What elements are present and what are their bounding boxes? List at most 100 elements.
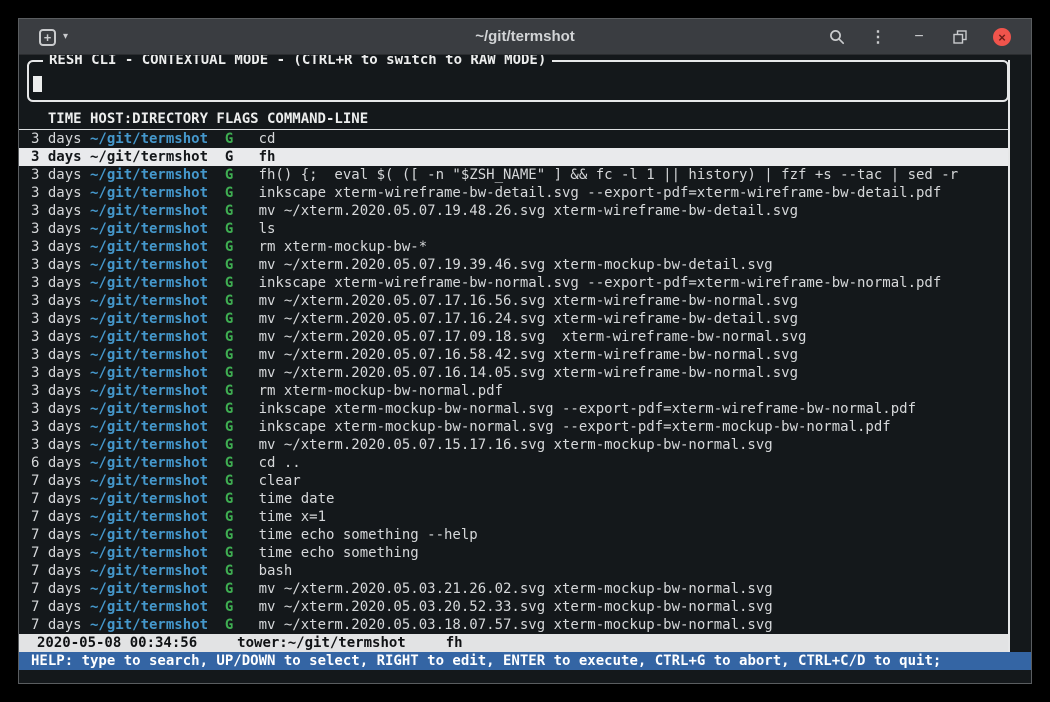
menu-button[interactable]: ⋮ xyxy=(870,26,886,48)
row-command: rm xterm-mockup-bw-* xyxy=(259,239,428,255)
row-time: 3 days xyxy=(31,130,90,148)
row-host: ~/git/termshot xyxy=(90,454,225,472)
row-command: mv ~/xterm.2020.05.07.17.16.56.svg xterm… xyxy=(259,293,798,309)
row-flags: G xyxy=(225,310,259,328)
history-row[interactable]: 3 days~/git/termshotGrm xterm-mockup-bw-… xyxy=(19,382,1009,400)
history-row[interactable]: 7 days~/git/termshotGtime echo something… xyxy=(19,526,1009,544)
close-button[interactable]: × xyxy=(993,28,1011,46)
history-row[interactable]: 3 days~/git/termshotGcd xyxy=(19,130,1009,148)
row-flags: G xyxy=(225,130,259,148)
row-flags: G xyxy=(225,598,259,616)
history-row[interactable]: 7 days~/git/termshotGtime date xyxy=(19,490,1009,508)
row-time: 7 days xyxy=(31,526,90,544)
history-row[interactable]: 3 days~/git/termshotGinkscape xterm-wire… xyxy=(19,184,1009,202)
history-row[interactable]: 3 days~/git/termshotGmv ~/xterm.2020.05.… xyxy=(19,436,1009,454)
row-host: ~/git/termshot xyxy=(90,490,225,508)
row-time: 3 days xyxy=(31,166,90,184)
row-time: 7 days xyxy=(31,580,90,598)
history-row[interactable]: 7 days~/git/termshotGmv ~/xterm.2020.05.… xyxy=(19,580,1009,598)
history-row[interactable]: 7 days~/git/termshotGmv ~/xterm.2020.05.… xyxy=(19,616,1009,634)
row-flags: G xyxy=(225,382,259,400)
history-row[interactable]: 7 days~/git/termshotGmv ~/xterm.2020.05.… xyxy=(19,598,1009,616)
row-host: ~/git/termshot xyxy=(90,616,225,634)
row-flags: G xyxy=(225,274,259,292)
row-time: 7 days xyxy=(31,598,90,616)
history-row[interactable]: 3 days~/git/termshotGinkscape xterm-wire… xyxy=(19,274,1009,292)
row-command: bash xyxy=(259,563,293,579)
row-command: time date xyxy=(259,491,335,507)
history-row[interactable]: 3 days~/git/termshotGmv ~/xterm.2020.05.… xyxy=(19,256,1009,274)
history-row[interactable]: 3 days~/git/termshotGmv ~/xterm.2020.05.… xyxy=(19,364,1009,382)
row-command: cd xyxy=(259,131,276,147)
row-command: inkscape xterm-wireframe-bw-normal.svg -… xyxy=(259,275,942,291)
history-list: 3 days~/git/termshotGcd 3 days~/git/term… xyxy=(19,130,1009,634)
row-time: 3 days xyxy=(31,256,90,274)
restore-button[interactable] xyxy=(952,26,968,48)
row-host: ~/git/termshot xyxy=(90,238,225,256)
row-host: ~/git/termshot xyxy=(90,166,225,184)
row-command: mv ~/xterm.2020.05.07.16.58.42.svg xterm… xyxy=(259,347,798,363)
history-row[interactable]: 3 days~/git/termshotGinkscape xterm-mock… xyxy=(19,400,1009,418)
row-flags: G xyxy=(225,202,259,220)
history-row[interactable]: 7 days~/git/termshotGclear xyxy=(19,472,1009,490)
new-tab-button[interactable]: + xyxy=(39,29,56,46)
row-flags: G xyxy=(225,490,259,508)
row-command: clear xyxy=(259,473,301,489)
row-host: ~/git/termshot xyxy=(90,220,225,238)
titlebar[interactable]: + ▾ ~/git/termshot ⋮ − xyxy=(19,19,1031,55)
row-flags: G xyxy=(225,166,259,184)
history-row[interactable]: 3 days~/git/termshotGinkscape xterm-mock… xyxy=(19,418,1009,436)
history-row[interactable]: 7 days~/git/termshotGtime x=1 xyxy=(19,508,1009,526)
row-flags: G xyxy=(225,436,259,454)
row-time: 3 days xyxy=(31,310,90,328)
row-time: 7 days xyxy=(31,508,90,526)
resh-search-box[interactable]: RESH CLI - CONTEXTUAL MODE - (CTRL+R to … xyxy=(27,60,1009,102)
row-time: 6 days xyxy=(31,454,90,472)
row-command: mv ~/xterm.2020.05.07.17.16.24.svg xterm… xyxy=(259,311,798,327)
row-host: ~/git/termshot xyxy=(90,202,225,220)
row-command: inkscape xterm-mockup-bw-normal.svg --ex… xyxy=(259,419,891,435)
history-row[interactable]: 6 days~/git/termshotGcd .. xyxy=(19,454,1009,472)
row-flags: G xyxy=(225,616,259,634)
minimize-button[interactable]: − xyxy=(911,26,927,48)
terminal-screen[interactable]: RESH CLI - CONTEXTUAL MODE - (CTRL+R to … xyxy=(19,55,1031,683)
row-flags: G xyxy=(225,346,259,364)
history-row[interactable]: 3 days~/git/termshotGmv ~/xterm.2020.05.… xyxy=(19,202,1009,220)
restore-icon xyxy=(953,30,967,44)
row-host: ~/git/termshot xyxy=(90,436,225,454)
row-host: ~/git/termshot xyxy=(90,562,225,580)
row-command: mv ~/xterm.2020.05.07.17.09.18.svg xterm… xyxy=(259,329,807,345)
history-row[interactable]: 3 days~/git/termshotGmv ~/xterm.2020.05.… xyxy=(19,292,1009,310)
history-row[interactable]: 3 days~/git/termshotGfh() {; eval $( ([ … xyxy=(19,166,1009,184)
row-flags: G xyxy=(225,292,259,310)
header-host: HOST:DIRECTORY xyxy=(90,110,216,129)
row-command: time x=1 xyxy=(259,509,326,525)
history-row[interactable]: 3 days~/git/termshotGrm xterm-mockup-bw-… xyxy=(19,238,1009,256)
history-row[interactable]: 3 days~/git/termshotGmv ~/xterm.2020.05.… xyxy=(19,328,1009,346)
row-time: 3 days xyxy=(31,184,90,202)
row-time: 7 days xyxy=(31,616,90,634)
history-row[interactable]: 3 days~/git/termshotGls xyxy=(19,220,1009,238)
chevron-down-icon[interactable]: ▾ xyxy=(63,32,68,42)
history-header: TIMEHOST:DIRECTORYFLAGSCOMMAND-LINE xyxy=(19,110,1009,130)
history-row[interactable]: 7 days~/git/termshotGbash xyxy=(19,562,1009,580)
row-host: ~/git/termshot xyxy=(90,130,225,148)
history-row[interactable]: 7 days~/git/termshotGtime echo something xyxy=(19,544,1009,562)
close-icon: × xyxy=(998,31,1006,44)
status-location: tower:~/git/termshot xyxy=(237,634,406,652)
row-time: 3 days xyxy=(31,418,90,436)
row-host: ~/git/termshot xyxy=(90,598,225,616)
row-command: mv ~/xterm.2020.05.03.18.07.57.svg xterm… xyxy=(259,617,773,633)
history-row[interactable]: 3 days~/git/termshotGfh xyxy=(19,148,1009,166)
row-host: ~/git/termshot xyxy=(90,526,225,544)
row-host: ~/git/termshot xyxy=(90,274,225,292)
row-command: mv ~/xterm.2020.05.07.16.14.05.svg xterm… xyxy=(259,365,798,381)
header-time: TIME xyxy=(31,110,90,129)
row-command: fh xyxy=(259,149,276,165)
row-host: ~/git/termshot xyxy=(90,184,225,202)
row-flags: G xyxy=(225,562,259,580)
history-row[interactable]: 3 days~/git/termshotGmv ~/xterm.2020.05.… xyxy=(19,346,1009,364)
row-command: mv ~/xterm.2020.05.07.19.48.26.svg xterm… xyxy=(259,203,798,219)
search-button[interactable] xyxy=(829,26,845,48)
history-row[interactable]: 3 days~/git/termshotGmv ~/xterm.2020.05.… xyxy=(19,310,1009,328)
